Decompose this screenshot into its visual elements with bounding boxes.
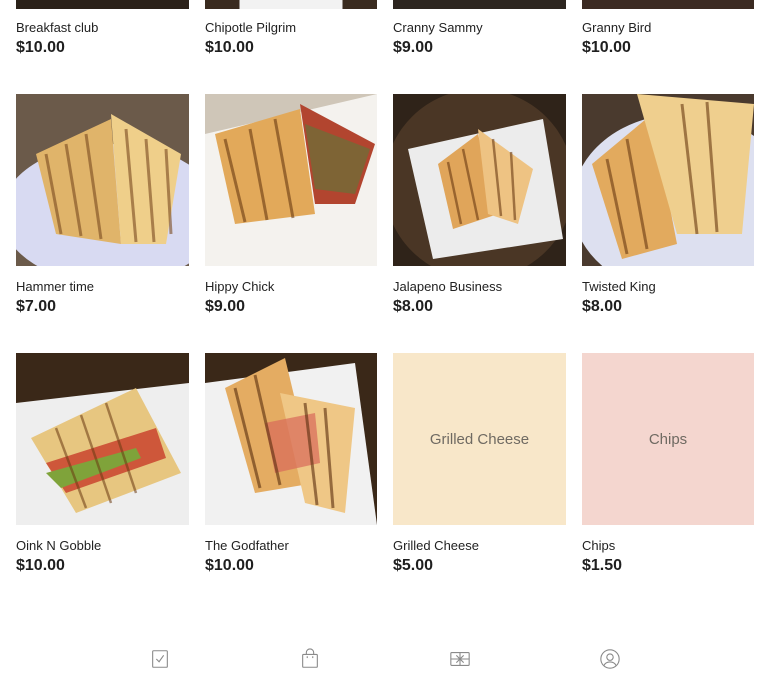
- product-price: $10.00: [582, 39, 631, 56]
- product-name: Jalapeno Business: [393, 279, 503, 294]
- nav-shop-button[interactable]: [296, 648, 324, 676]
- user-icon: [600, 649, 620, 669]
- product-card[interactable]: The Godfather $10.00: [205, 353, 377, 576]
- sandwich-photo: [582, 94, 754, 266]
- product-name: Hippy Chick: [205, 279, 275, 294]
- product-name: Breakfast club: [16, 20, 99, 35]
- nav-orders-button[interactable]: [146, 648, 174, 676]
- product-price: $9.00: [205, 298, 246, 315]
- product-name: Grilled Cheese: [393, 538, 479, 553]
- product-image: [393, 0, 566, 9]
- shopping-bag-icon: [302, 648, 318, 668]
- row-gap: [16, 317, 754, 353]
- product-card[interactable]: Oink N Gobble $10.00: [16, 353, 189, 576]
- checklist-icon: [152, 650, 168, 668]
- product-grid: Breakfast club $10.00 Chipotle Pilgrim $…: [16, 0, 754, 576]
- product-card[interactable]: Breakfast club $10.00: [16, 0, 189, 58]
- nav-account-button[interactable]: [596, 648, 624, 676]
- product-card[interactable]: Twisted King $8.00: [582, 94, 754, 317]
- product-price: $8.00: [393, 298, 434, 315]
- product-price: $7.00: [16, 298, 57, 315]
- product-card[interactable]: Granny Bird $10.00: [582, 0, 754, 58]
- product-card[interactable]: Jalapeno Business $8.00: [393, 94, 566, 317]
- product-name: Chips: [582, 538, 616, 553]
- product-image: [205, 353, 377, 525]
- product-card[interactable]: Hammer time $7.00: [16, 94, 189, 317]
- product-price: $10.00: [16, 39, 65, 56]
- product-card[interactable]: Chips Chips $1.50: [582, 353, 754, 576]
- product-image: [205, 94, 377, 266]
- product-price: $10.00: [205, 39, 254, 56]
- placeholder-label: Grilled Cheese: [429, 430, 530, 448]
- sandwich-photo: [16, 94, 189, 266]
- product-price: $8.00: [582, 298, 623, 315]
- gift-card-icon: [450, 652, 470, 666]
- placeholder-label: Chips: [648, 430, 688, 448]
- product-price: $1.50: [582, 557, 623, 574]
- product-card[interactable]: Cranny Sammy $9.00: [393, 0, 566, 58]
- product-price: $5.00: [393, 557, 434, 574]
- product-card[interactable]: Chipotle Pilgrim $10.00: [205, 0, 377, 58]
- product-image: [205, 0, 377, 9]
- product-image: [582, 0, 754, 9]
- product-name: Hammer time: [16, 279, 95, 294]
- product-image-placeholder: Grilled Cheese: [393, 353, 566, 525]
- sandwich-photo: [16, 353, 189, 525]
- product-name: Oink N Gobble: [16, 538, 102, 553]
- product-image: [582, 94, 754, 266]
- product-image: [16, 0, 189, 9]
- sandwich-photo: [393, 94, 566, 266]
- product-price: $9.00: [393, 39, 434, 56]
- product-image: [393, 94, 566, 266]
- sandwich-photo: [205, 353, 377, 525]
- product-name: Cranny Sammy: [393, 20, 483, 35]
- product-image: [16, 353, 189, 525]
- product-name: Twisted King: [582, 279, 656, 294]
- product-name: The Godfather: [205, 538, 289, 553]
- product-price: $10.00: [16, 557, 65, 574]
- product-name: Granny Bird: [582, 20, 652, 35]
- sandwich-photo: [205, 94, 377, 266]
- product-card[interactable]: Grilled Cheese Grilled Cheese $5.00: [393, 353, 566, 576]
- product-image-placeholder: Chips: [582, 353, 754, 525]
- nav-gift-card-button[interactable]: [446, 648, 474, 676]
- product-name: Chipotle Pilgrim: [205, 20, 297, 35]
- row-gap: [16, 58, 754, 94]
- product-image: [16, 94, 189, 266]
- product-price: $10.00: [205, 557, 254, 574]
- product-card[interactable]: Hippy Chick $9.00: [205, 94, 377, 317]
- bottom-nav: [0, 640, 770, 677]
